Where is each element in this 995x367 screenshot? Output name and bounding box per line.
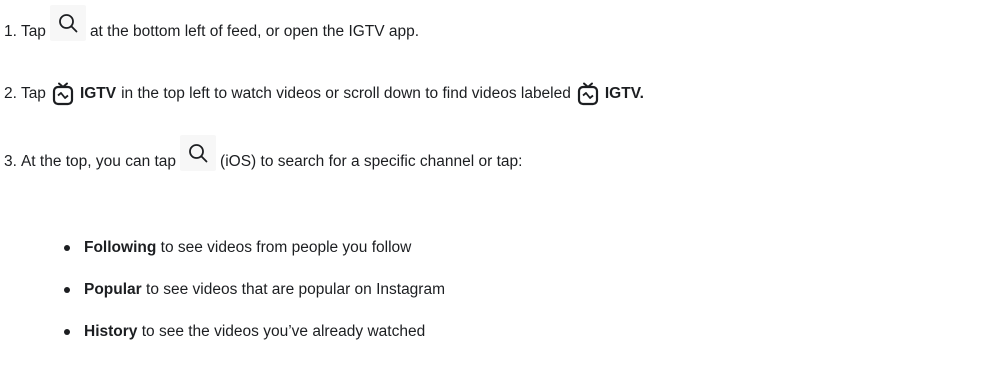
step-1-number: 1.: [4, 23, 17, 40]
step-3-number: 3.: [4, 153, 17, 170]
step-2-text-middle: in the top left to watch videos or scrol…: [121, 85, 571, 102]
step-3: 3. At the top, you can tap (iOS) to sear…: [4, 135, 523, 180]
bullet-text: to see the videos you’ve already watched: [137, 323, 426, 340]
list-item: Following to see videos from people you …: [60, 238, 445, 280]
list-item: History to see the videos you’ve already…: [60, 322, 445, 364]
step-3-text-before: At the top, you can tap: [20, 153, 177, 170]
search-icon: [49, 5, 86, 41]
step-2-text-before: Tap: [20, 85, 46, 102]
bullet-dot: [64, 287, 70, 293]
igtv-icon: [577, 82, 599, 106]
bullet-bold-label: History: [84, 323, 138, 340]
list-item: Popular to see videos that are popular o…: [60, 280, 445, 322]
step-3-text-after: (iOS) to search for a specific channel o…: [220, 153, 523, 170]
step-2-number: 2.: [4, 85, 17, 102]
search-icon: [180, 135, 217, 171]
step-1-text-after: at the bottom left of feed, or open the …: [89, 23, 420, 40]
step-1-text-before: Tap: [20, 23, 46, 40]
bullet-dot: [64, 245, 70, 251]
bullet-list: Following to see videos from people you …: [60, 238, 445, 364]
bullet-bold-label: Following: [84, 239, 157, 256]
bullet-text: to see videos that are popular on Instag…: [141, 281, 445, 298]
bullet-dot: [64, 329, 70, 335]
step-2-igtv-label-2: IGTV.: [604, 85, 644, 102]
step-2-igtv-label: IGTV: [79, 85, 117, 102]
bullet-bold-label: Popular: [84, 281, 142, 298]
bullet-text: to see videos from people you follow: [156, 239, 412, 256]
step-1: 1. Tap at the bottom left of feed, or op…: [4, 5, 420, 50]
step-2: 2. Tap IGTV in the top left to watch vid…: [4, 82, 644, 106]
igtv-icon: [52, 82, 74, 106]
